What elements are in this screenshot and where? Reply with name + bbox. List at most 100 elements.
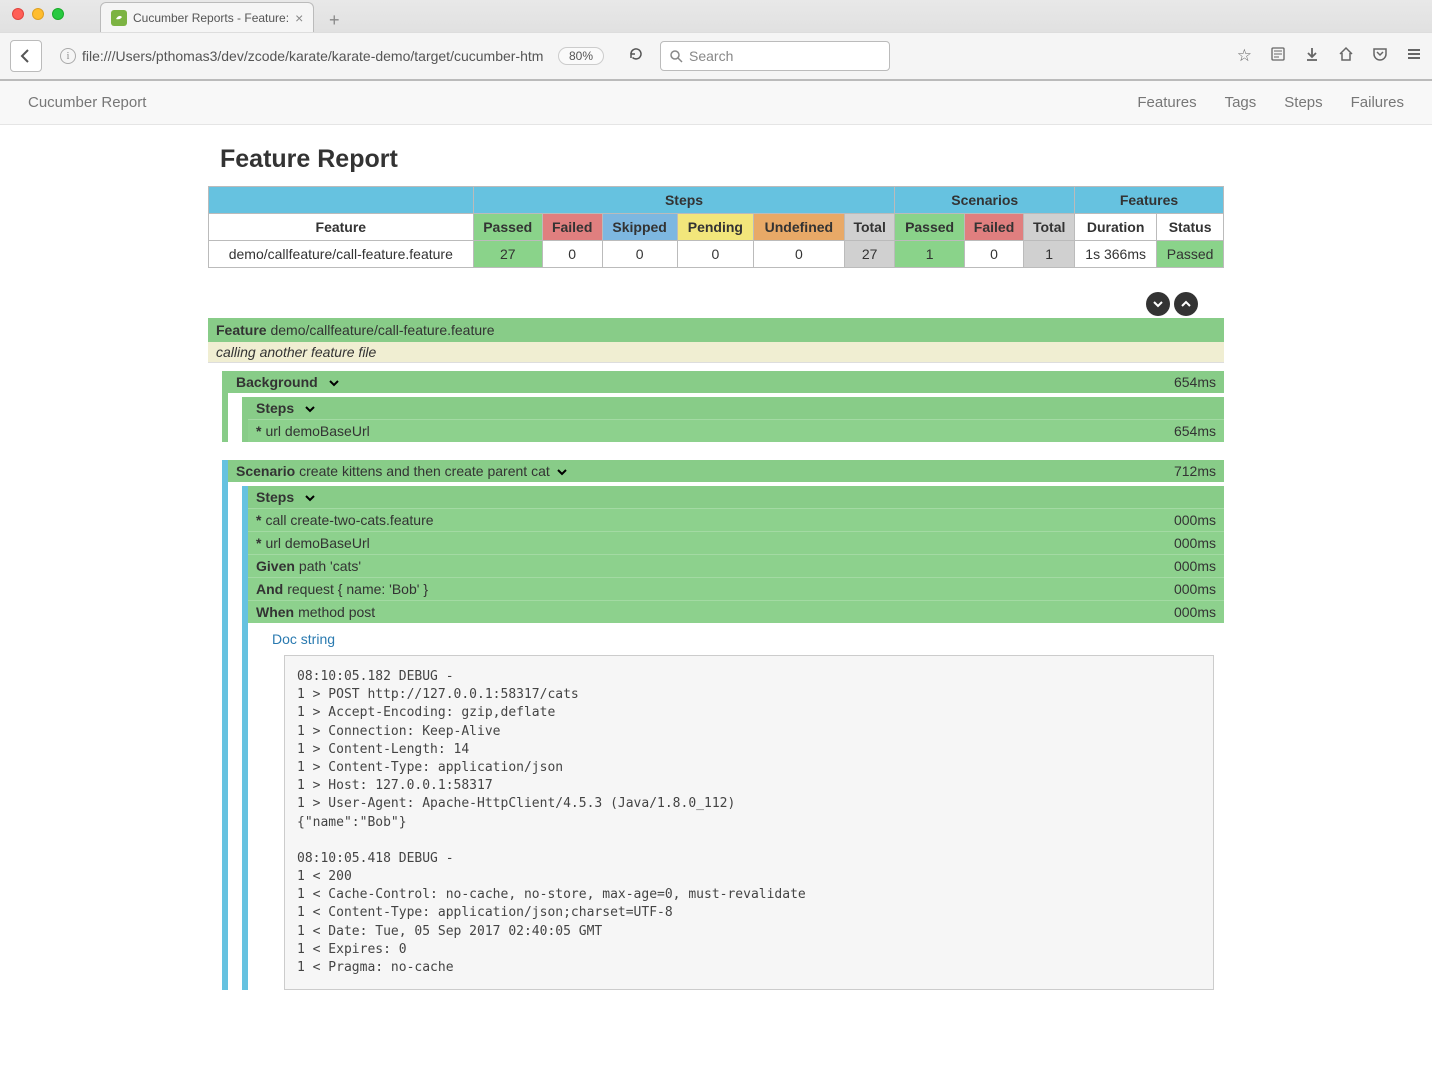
step-text: call create-two-cats.feature [265, 512, 433, 528]
background-section: Background 654ms Steps * url demoBaseUrl… [222, 371, 1224, 442]
th-passed: Passed [473, 214, 542, 241]
step-duration: 000ms [1174, 558, 1216, 574]
step-keyword: * [256, 423, 261, 439]
feature-name: demo/callfeature/call-feature.feature [270, 322, 494, 338]
close-window-button[interactable] [12, 8, 24, 20]
step-duration: 000ms [1174, 535, 1216, 551]
cucumber-favicon [111, 10, 127, 26]
td-skipped: 0 [602, 241, 677, 268]
step-text: url demoBaseUrl [265, 423, 369, 439]
td-failed: 0 [542, 241, 602, 268]
td-pending: 0 [677, 241, 753, 268]
nav-links: Features Tags Steps Failures [1137, 94, 1404, 111]
maximize-window-button[interactable] [52, 8, 64, 20]
reload-button[interactable] [622, 46, 650, 67]
th-feature: Feature [209, 214, 474, 241]
minimize-window-button[interactable] [32, 8, 44, 20]
brand[interactable]: Cucumber Report [28, 94, 146, 111]
scenario-keyword: Scenario [236, 463, 295, 479]
nav-features[interactable]: Features [1137, 94, 1196, 111]
step-keyword: * [256, 512, 261, 528]
th-s-total: Total [1024, 214, 1075, 241]
search-box[interactable]: Search [660, 41, 890, 71]
nav-failures[interactable]: Failures [1351, 94, 1404, 111]
th-status: Status [1157, 214, 1224, 241]
browser-tab[interactable]: Cucumber Reports - Feature: × [100, 2, 314, 32]
feature-keyword: Feature [216, 322, 267, 338]
tab-strip: Cucumber Reports - Feature: × + [0, 0, 1432, 32]
td-duration: 1s 366ms [1075, 241, 1157, 268]
browser-chrome: Cucumber Reports - Feature: × + i file:/… [0, 0, 1432, 81]
background-keyword: Background [236, 374, 318, 390]
nav-tags[interactable]: Tags [1225, 94, 1257, 111]
feature-description: calling another feature file [208, 342, 1224, 363]
feature-header: Feature demo/callfeature/call-feature.fe… [208, 318, 1224, 342]
scenario-header[interactable]: Scenario create kittens and then create … [228, 460, 1224, 482]
url-bar[interactable]: i file:///Users/pthomas3/dev/zcode/karat… [52, 41, 612, 71]
bookmark-star-icon[interactable]: ☆ [1237, 46, 1252, 67]
steps-header[interactable]: Steps [248, 397, 1224, 419]
td-s-passed: 1 [895, 241, 964, 268]
page-navbar: Cucumber Report Features Tags Steps Fail… [0, 81, 1432, 125]
background-header[interactable]: Background 654ms [228, 371, 1224, 393]
scenario-section: Scenario create kittens and then create … [222, 460, 1224, 990]
browser-toolbar: i file:///Users/pthomas3/dev/zcode/karat… [0, 32, 1432, 80]
step-text: path 'cats' [299, 558, 361, 574]
chevron-down-icon [328, 374, 340, 390]
page-title: Feature Report [220, 145, 1224, 174]
search-placeholder: Search [689, 48, 733, 64]
background-duration: 654ms [1174, 374, 1216, 390]
back-button[interactable] [10, 40, 42, 72]
scenario-name: create kittens and then create parent ca… [299, 463, 550, 479]
reader-icon[interactable] [1270, 46, 1286, 67]
td-total: 27 [844, 241, 895, 268]
step-duration: 000ms [1174, 604, 1216, 620]
expand-all-button[interactable] [1146, 292, 1170, 316]
stats-row: demo/callfeature/call-feature.feature 27… [209, 241, 1224, 268]
step-row: When method post 000ms [248, 600, 1224, 623]
th-failed: Failed [542, 214, 602, 241]
chevron-down-icon [556, 463, 568, 479]
th-features-group: Features [1075, 187, 1224, 214]
step-duration: 000ms [1174, 581, 1216, 597]
search-icon [669, 49, 683, 63]
hamburger-menu-icon[interactable] [1406, 46, 1422, 67]
th-total: Total [844, 214, 895, 241]
background-steps: Steps * url demoBaseUrl 654ms [242, 397, 1224, 442]
step-row: * url demoBaseUrl 654ms [248, 419, 1224, 442]
info-icon[interactable]: i [60, 48, 76, 64]
zoom-badge[interactable]: 80% [558, 47, 604, 65]
step-keyword: And [256, 581, 283, 597]
toolbar-icons: ☆ [1237, 46, 1422, 67]
step-duration: 654ms [1174, 423, 1216, 439]
close-tab-button[interactable]: × [295, 10, 303, 26]
step-text: request { name: 'Bob' } [287, 581, 428, 597]
chevron-down-icon [304, 489, 316, 505]
content: Feature Report Steps Scenarios Features … [0, 125, 1432, 990]
th-duration: Duration [1075, 214, 1157, 241]
td-feature[interactable]: demo/callfeature/call-feature.feature [209, 241, 474, 268]
step-text: url demoBaseUrl [265, 535, 369, 551]
td-undefined: 0 [753, 241, 844, 268]
chevron-down-icon [304, 400, 316, 416]
stats-table: Steps Scenarios Features Feature Passed … [208, 186, 1224, 268]
expand-collapse-bar [208, 292, 1224, 316]
th-blank [209, 187, 474, 214]
collapse-all-button[interactable] [1174, 292, 1198, 316]
new-tab-button[interactable]: + [322, 8, 346, 32]
home-icon[interactable] [1338, 46, 1354, 67]
th-s-passed: Passed [895, 214, 964, 241]
nav-steps[interactable]: Steps [1284, 94, 1322, 111]
th-skipped: Skipped [602, 214, 677, 241]
steps-header[interactable]: Steps [248, 486, 1224, 508]
docstring-toggle[interactable]: Doc string [272, 631, 1224, 647]
downloads-icon[interactable] [1304, 46, 1320, 67]
td-passed: 27 [473, 241, 542, 268]
pocket-icon[interactable] [1372, 46, 1388, 67]
th-steps-group: Steps [473, 187, 895, 214]
step-keyword: Given [256, 558, 295, 574]
step-row: Given path 'cats' 000ms [248, 554, 1224, 577]
step-keyword: When [256, 604, 294, 620]
td-status: Passed [1157, 241, 1224, 268]
th-pending: Pending [677, 214, 753, 241]
